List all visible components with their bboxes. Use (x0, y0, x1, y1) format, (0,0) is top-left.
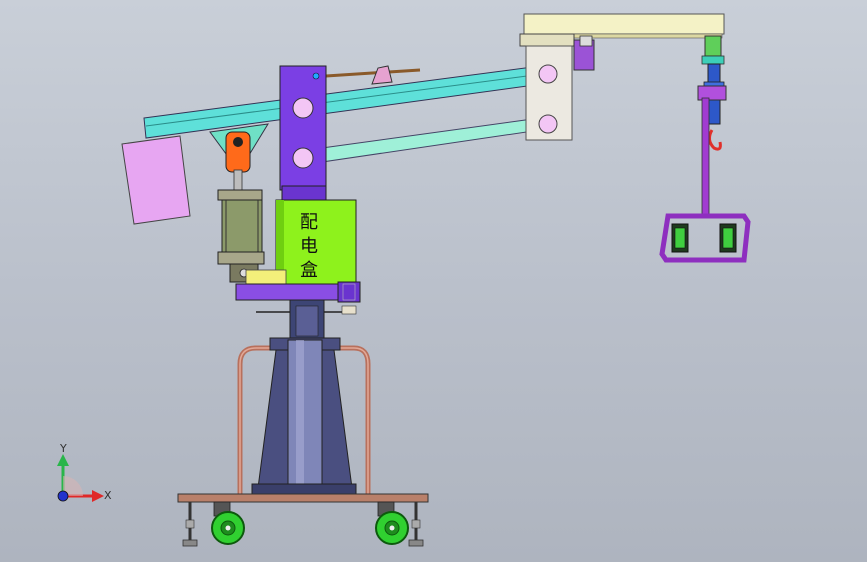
triad-x-label: X (104, 489, 112, 502)
arm-assembly (121, 45, 573, 225)
end-block-hole-top (538, 64, 558, 84)
guide-rod-bracket (371, 65, 393, 85)
column-screw (312, 72, 320, 80)
drop-connector-green (704, 35, 722, 57)
axis-triad: Y X (57, 442, 112, 502)
column-neck-collar (295, 305, 319, 337)
column-hole-bottom (292, 147, 314, 169)
column-upper (279, 65, 327, 191)
drop-connector-teal (701, 55, 725, 65)
base-assembly (177, 493, 429, 547)
cylinder-bottom-cap (217, 251, 265, 265)
levelling-foot-right (408, 502, 424, 547)
levelling-foot-left (182, 502, 198, 547)
caster-wheel-right (375, 501, 409, 545)
gas-cylinder (217, 169, 265, 283)
guide-rod (325, 68, 421, 78)
triad-y-label: Y (59, 442, 67, 455)
triad-y-arrow (57, 454, 69, 466)
gripper-pad-right-inner (722, 227, 734, 249)
vertical-drop-assembly (659, 35, 751, 263)
main-arm-edge (145, 73, 543, 127)
column-base-mount (235, 283, 343, 301)
drop-rod (701, 97, 710, 217)
pedestal-tube-highlight (296, 340, 304, 490)
top-beam (523, 13, 725, 35)
end-block-hole-bottom (538, 114, 558, 134)
orange-joint-pin (233, 137, 243, 147)
drop-hook (707, 129, 722, 151)
cylinder-top-cap (217, 189, 263, 201)
pedestal-tube (287, 339, 323, 491)
gripper-pad-left-inner (674, 227, 686, 249)
base-plate (177, 493, 429, 503)
lower-arm (321, 117, 541, 163)
top-beam-motor-cap (579, 35, 593, 47)
control-box-label-char-2: 电 (300, 236, 318, 257)
column-hole-top (292, 97, 314, 119)
pedestal (237, 337, 371, 497)
side-handle-tip (341, 305, 357, 315)
top-beam-clamp (519, 33, 575, 47)
triad-x-arrow (92, 490, 104, 502)
cad-model-view[interactable]: 配 电 盒 Y X (0, 0, 867, 562)
cylinder-rod (233, 169, 243, 193)
cylinder-body (221, 199, 263, 253)
control-box-label-char-3: 盒 (300, 260, 318, 281)
column-band (281, 185, 327, 201)
control-box-label-char-1: 配 (300, 212, 318, 233)
counterweight (121, 135, 191, 225)
lock-knob (337, 281, 361, 303)
caster-wheel-left (211, 501, 245, 545)
triad-origin (57, 490, 69, 502)
